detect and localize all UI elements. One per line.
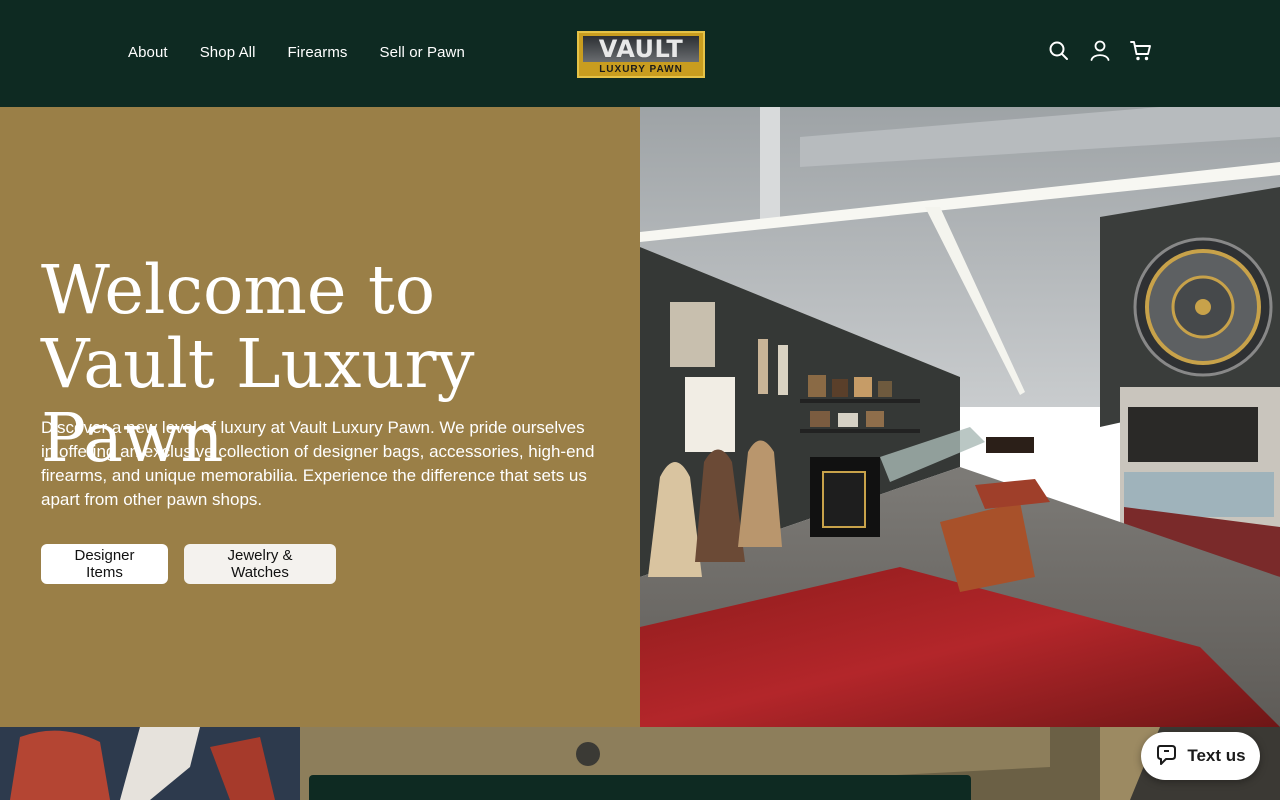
featured-section-card: [309, 775, 971, 800]
site-logo[interactable]: VAULT LUXURY PAWN: [577, 31, 705, 78]
nav-about[interactable]: About: [128, 44, 168, 61]
chat-bubble-icon: [1155, 742, 1179, 771]
logo-tagline: LUXURY PAWN: [599, 64, 683, 75]
site-header: About Shop All Firearms Sell or Pawn VAU…: [0, 0, 1280, 107]
nav-sell-or-pawn[interactable]: Sell or Pawn: [380, 44, 465, 61]
hero-description: Discover a new level of luxury at Vault …: [41, 418, 595, 509]
header-icons: [1046, 38, 1154, 64]
nav-shop-all[interactable]: Shop All: [200, 44, 256, 61]
search-icon[interactable]: [1046, 38, 1072, 64]
text-us-label: Text us: [1187, 746, 1246, 765]
text-us-button[interactable]: Text us: [1141, 732, 1260, 780]
cart-icon[interactable]: [1128, 38, 1154, 64]
logo-wordmark: VAULT: [583, 36, 699, 62]
store-interior-image: [640, 107, 1280, 727]
main-nav: About Shop All Firearms Sell or Pawn: [128, 0, 465, 104]
nav-firearms[interactable]: Firearms: [288, 44, 348, 61]
account-icon[interactable]: [1088, 38, 1112, 64]
designer-items-button[interactable]: Designer Items: [41, 544, 168, 584]
jewelry-watches-button[interactable]: Jewelry & Watches: [184, 544, 336, 584]
